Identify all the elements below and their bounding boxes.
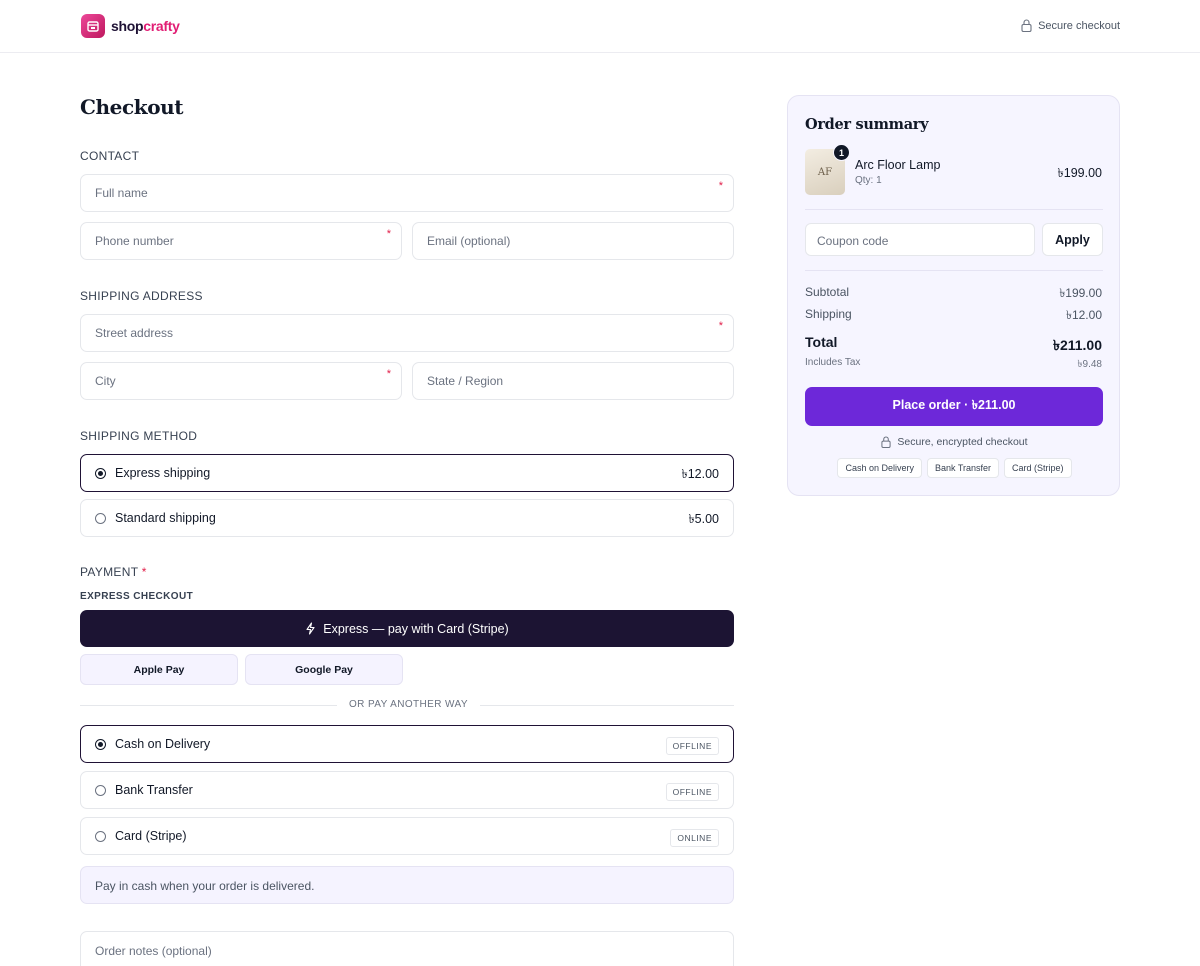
place-order-button[interactable]: Place order · ৳211.00 (805, 387, 1103, 426)
secure-note: Secure, encrypted checkout (788, 436, 1121, 448)
street-address-input[interactable]: Street address * (80, 314, 734, 352)
shipping-value: ৳12.00 (1065, 308, 1102, 322)
email-input[interactable]: Email (optional) (412, 222, 734, 260)
tax-value: ৳9.48 (1077, 359, 1102, 370)
order-notes-input[interactable]: Order notes (optional) (80, 931, 734, 966)
total-value: ৳211.00 (1052, 337, 1102, 353)
shipping-option-express[interactable]: Express shipping ৳12.00 (80, 454, 734, 492)
tax-label: Includes Tax (805, 357, 861, 368)
online-badge: ONLINE (670, 829, 719, 847)
order-summary-title: Order summary (805, 116, 929, 133)
google-pay-button[interactable]: Google Pay (245, 654, 403, 685)
payment-heading: PAYMENT * (80, 565, 147, 579)
shipping-label: Shipping (805, 307, 852, 321)
contact-heading: CONTACT (80, 149, 140, 163)
shipping-method-heading: SHIPPING METHOD (80, 429, 198, 443)
payment-option-card[interactable]: Card (Stripe) ONLINE (80, 817, 734, 855)
product-price: ৳199.00 (1057, 166, 1102, 180)
brand-logo[interactable]: shopcrafty (81, 14, 180, 38)
payment-option-bank-transfer[interactable]: Bank Transfer OFFLINE (80, 771, 734, 809)
page-title: Checkout (80, 95, 184, 119)
brand-name: shopcrafty (111, 18, 180, 34)
express-checkout-label: EXPRESS CHECKOUT (80, 591, 194, 602)
product-name: Arc Floor Lamp (855, 158, 941, 172)
subtotal-value: ৳199.00 (1059, 286, 1102, 300)
shipping-address-heading: SHIPPING ADDRESS (80, 289, 203, 303)
offline-badge: OFFLINE (665, 737, 719, 755)
lock-icon (881, 436, 891, 448)
radio-unselected[interactable] (95, 513, 106, 524)
state-region-input[interactable]: State / Region (412, 362, 734, 400)
payment-method-pills: Cash on Delivery Bank Transfer Card (Str… (788, 458, 1121, 478)
shipping-option-standard[interactable]: Standard shipping ৳5.00 (80, 499, 734, 537)
top-bar: shopcrafty Secure checkout (0, 0, 1200, 53)
product-qty: Qty: 1 (855, 175, 882, 186)
order-summary-panel: Order summary AF 1 Arc Floor Lamp Qty: 1… (787, 95, 1120, 496)
quantity-badge: 1 (833, 144, 850, 161)
total-label: Total (805, 334, 838, 350)
radio-unselected[interactable] (95, 785, 106, 796)
lock-icon (1021, 19, 1032, 32)
city-input[interactable]: City * (80, 362, 402, 400)
divider (805, 270, 1103, 271)
apple-pay-button[interactable]: Apple Pay (80, 654, 238, 685)
subtotal-label: Subtotal (805, 285, 850, 299)
apply-coupon-button[interactable]: Apply (1042, 223, 1103, 256)
secure-checkout-label: Secure checkout (1021, 19, 1120, 32)
lightning-icon (306, 622, 315, 635)
pill-cash-on-delivery: Cash on Delivery (837, 458, 922, 478)
radio-selected[interactable] (95, 739, 106, 750)
pill-bank-transfer: Bank Transfer (926, 458, 1000, 478)
full-name-input[interactable]: Full name * (80, 174, 734, 212)
divider (805, 209, 1103, 210)
store-icon (81, 14, 105, 38)
divider-text: OR PAY ANOTHER WAY (337, 699, 480, 710)
express-pay-button[interactable]: Express — pay with Card (Stripe) (80, 610, 734, 647)
offline-badge: OFFLINE (665, 783, 719, 801)
coupon-input[interactable]: Coupon code (805, 223, 1035, 256)
phone-input[interactable]: Phone number * (80, 222, 402, 260)
radio-unselected[interactable] (95, 831, 106, 842)
payment-method-note: Pay in cash when your order is delivered… (80, 866, 734, 904)
pill-card-stripe: Card (Stripe) (1004, 458, 1072, 478)
radio-selected[interactable] (95, 468, 106, 479)
payment-option-cod[interactable]: Cash on Delivery OFFLINE (80, 725, 734, 763)
